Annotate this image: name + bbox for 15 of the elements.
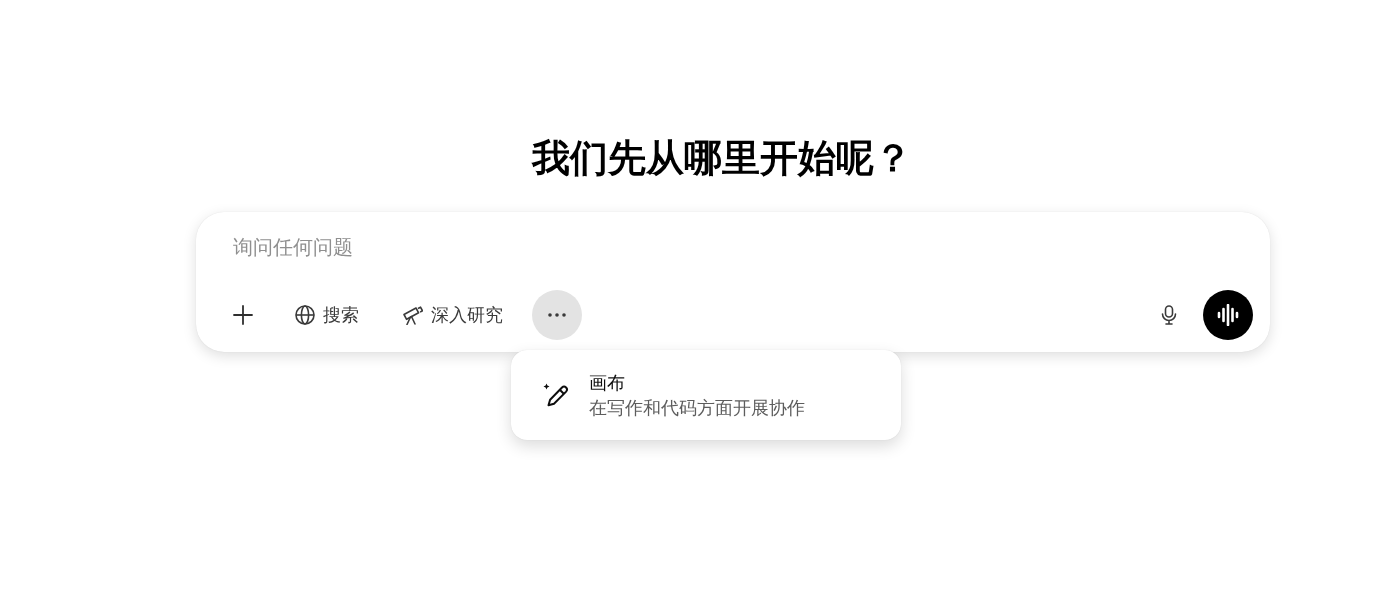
telescope-icon (402, 305, 423, 325)
microphone-icon (1161, 305, 1177, 325)
more-dots-icon (548, 313, 566, 317)
globe-icon (295, 305, 315, 325)
deep-research-button[interactable]: 深入研究 (392, 295, 513, 335)
page-heading: 我们先从哪里开始呢？ (530, 136, 913, 181)
pencil-sparkle-icon (543, 382, 569, 408)
waveform-icon (1217, 304, 1239, 326)
search-button[interactable]: 搜索 (285, 295, 369, 335)
menu-item-title: 画布 (589, 372, 626, 395)
canvas-menu-item[interactable]: 画布 在写作和代码方面开展协作 (519, 358, 893, 432)
plus-icon (233, 305, 253, 325)
voice-mode-button[interactable] (1203, 290, 1253, 340)
prompt-input[interactable]: 询问任何问题 (212, 232, 1253, 262)
menu-item-description: 在写作和代码方面开展协作 (589, 397, 805, 420)
